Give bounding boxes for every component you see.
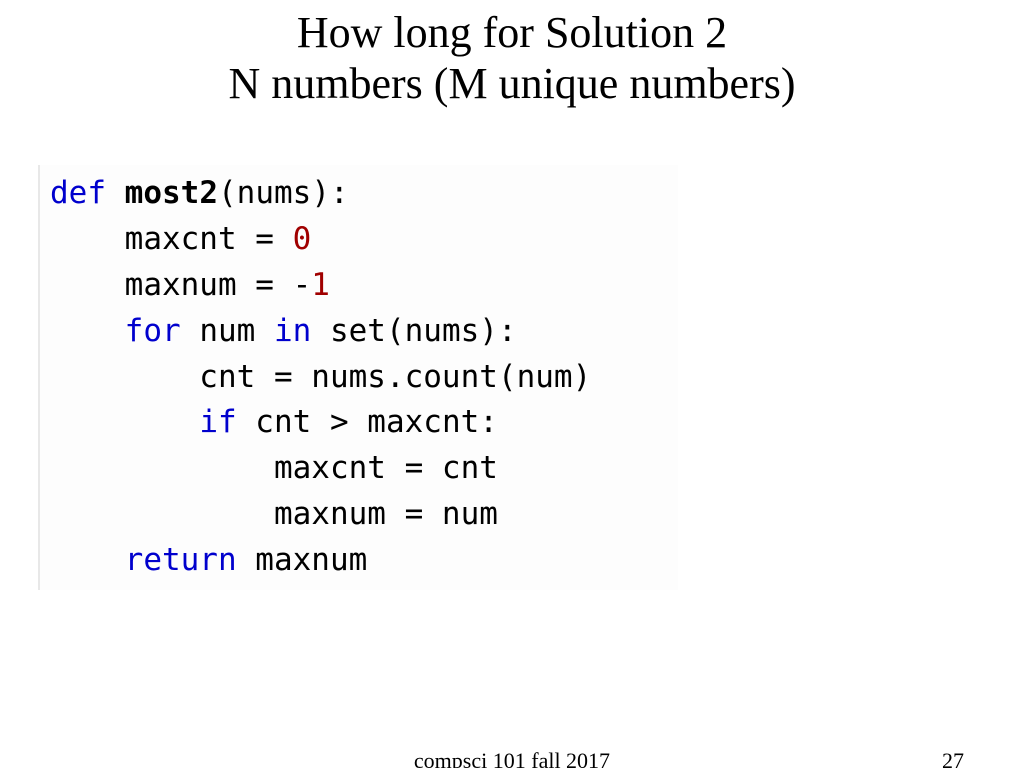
literal-zero: 0 (293, 221, 312, 257)
title-line-2: N numbers (M unique numbers) (228, 59, 795, 108)
literal-one: 1 (311, 267, 330, 303)
indent (50, 404, 199, 440)
code-line-9-rest: maxnum (237, 542, 368, 578)
function-params: (nums): (218, 175, 349, 211)
code-line-5: cnt = nums.count(num) (50, 359, 591, 395)
title-line-1: How long for Solution 2 (297, 8, 727, 57)
code-block: def most2(nums): maxcnt = 0 maxnum = -1 … (38, 165, 678, 590)
indent (50, 542, 125, 578)
footer-page-number: 27 (942, 748, 964, 768)
code-line-4-rest: set(nums): (311, 313, 516, 349)
footer-course: compsci 101 fall 2017 (0, 748, 1024, 768)
keyword-for: for (125, 313, 181, 349)
code-line-7: maxcnt = cnt (50, 450, 498, 486)
code-line-2a: maxcnt = (50, 221, 293, 257)
code-line-4-mid: num (181, 313, 274, 349)
code-line-8: maxnum = num (50, 496, 498, 532)
keyword-def: def (50, 175, 106, 211)
code-line-3a: maxnum = - (50, 267, 311, 303)
function-name: most2 (125, 175, 218, 211)
indent (50, 313, 125, 349)
keyword-in: in (274, 313, 311, 349)
keyword-return: return (125, 542, 237, 578)
code-line-6-rest: cnt > maxcnt: (237, 404, 498, 440)
keyword-if: if (199, 404, 236, 440)
slide-title: How long for Solution 2 N numbers (M uni… (0, 0, 1024, 109)
